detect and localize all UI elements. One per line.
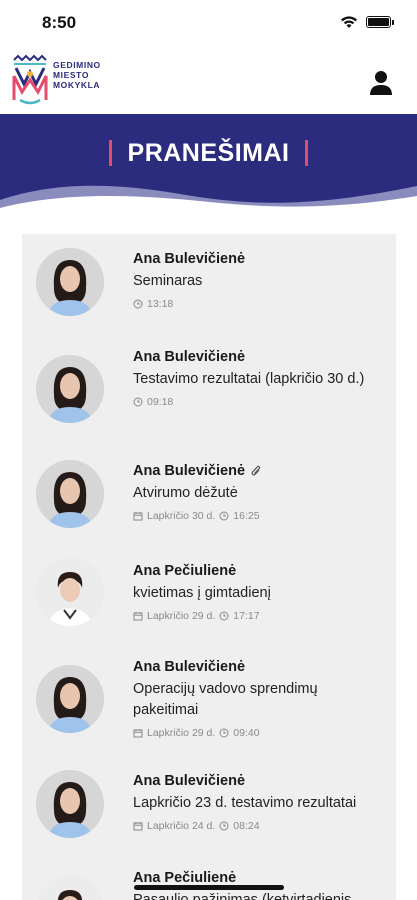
clock-icon xyxy=(219,821,229,831)
clock-icon xyxy=(219,511,229,521)
message-meta: Lapkričio 29 d. 09:40 xyxy=(133,727,383,739)
logo-line-2: MIESTO xyxy=(53,70,90,80)
wifi-icon xyxy=(341,16,357,28)
avatar xyxy=(36,248,104,316)
message-time: 09:40 xyxy=(233,727,260,739)
status-bar: 8:50 xyxy=(0,0,417,46)
message-sender: Ana Bulevičienė xyxy=(133,251,246,267)
messages-list[interactable]: Ana Bulevičienė Seminaras 13:18 Ana Bule… xyxy=(22,234,396,900)
message-subject: kvietimas į gimtadienį xyxy=(133,585,271,601)
calendar-icon xyxy=(133,822,143,831)
logo-text: GEDIMINO MIESTO MOKYKLA xyxy=(53,60,101,90)
app-header: GEDIMINO MIESTO MOKYKLA xyxy=(0,46,417,114)
message-sender: Ana Bulevičienė xyxy=(133,462,383,480)
message-date: Lapkričio 29 d. xyxy=(147,727,216,739)
logo-line-3: MOKYKLA xyxy=(53,80,101,90)
paperclip-icon xyxy=(251,465,261,475)
message-subject: Operacijų vadovo sprendimų pakeitimai xyxy=(133,681,318,718)
message-subject: Testavimo rezultatai (lapkričio 30 d.) xyxy=(133,371,365,387)
clock-icon xyxy=(133,299,143,309)
page-title: PRANEŠIMAI xyxy=(108,140,309,166)
logo-line-1: GEDIMINO xyxy=(53,60,101,70)
clock-icon xyxy=(219,611,229,621)
message-sender: Ana Bulevičienė xyxy=(133,349,246,365)
battery-icon xyxy=(366,16,394,28)
message-subject: Seminaras xyxy=(133,273,203,289)
message-meta: 13:18 xyxy=(133,298,383,310)
avatar xyxy=(36,558,104,626)
home-indicator[interactable] xyxy=(134,885,284,890)
message-subject: Atvirumo dėžutė xyxy=(133,485,238,501)
message-meta: Lapkričio 24 d. 08:24 xyxy=(133,820,383,832)
message-time: 13:18 xyxy=(147,298,174,310)
message-date: Lapkričio 30 d. xyxy=(147,510,216,522)
message-date: Lapkričio 29 d. xyxy=(147,610,216,622)
avatar xyxy=(36,460,104,528)
message-subject: Pasaulio pažinimas (ketvirtadienis xyxy=(133,892,352,900)
message-meta: Lapkričio 29 d. 17:17 xyxy=(133,610,383,622)
avatar xyxy=(36,770,104,838)
status-time: 8:50 xyxy=(42,13,77,32)
avatar xyxy=(36,665,104,733)
clock-icon xyxy=(133,397,143,407)
message-meta: 09:18 xyxy=(133,396,383,408)
clock-icon xyxy=(219,728,229,738)
message-sender: Ana Bulevičienė xyxy=(133,773,246,789)
calendar-icon xyxy=(133,612,143,621)
message-time: 09:18 xyxy=(147,396,174,408)
message-time: 17:17 xyxy=(233,610,260,622)
message-date: Lapkričio 24 d. xyxy=(147,820,216,832)
banner-wave xyxy=(0,185,417,214)
avatar xyxy=(36,355,104,423)
message-sender: Ana Bulevičienė xyxy=(133,659,246,675)
avatar xyxy=(36,876,104,900)
message-subject: Lapkričio 23 d. testavimo rezultatai xyxy=(133,795,357,811)
calendar-icon xyxy=(133,729,143,738)
status-icons xyxy=(340,15,394,29)
school-logo[interactable] xyxy=(10,54,50,106)
message-time: 08:24 xyxy=(233,820,260,832)
message-sender: Ana Pečiulienė xyxy=(133,563,237,579)
page-banner: PRANEŠIMAI xyxy=(0,114,417,214)
message-meta: Lapkričio 30 d. 16:25 xyxy=(133,510,383,522)
message-time: 16:25 xyxy=(233,510,260,522)
calendar-icon xyxy=(133,512,143,521)
user-icon[interactable] xyxy=(369,70,393,96)
